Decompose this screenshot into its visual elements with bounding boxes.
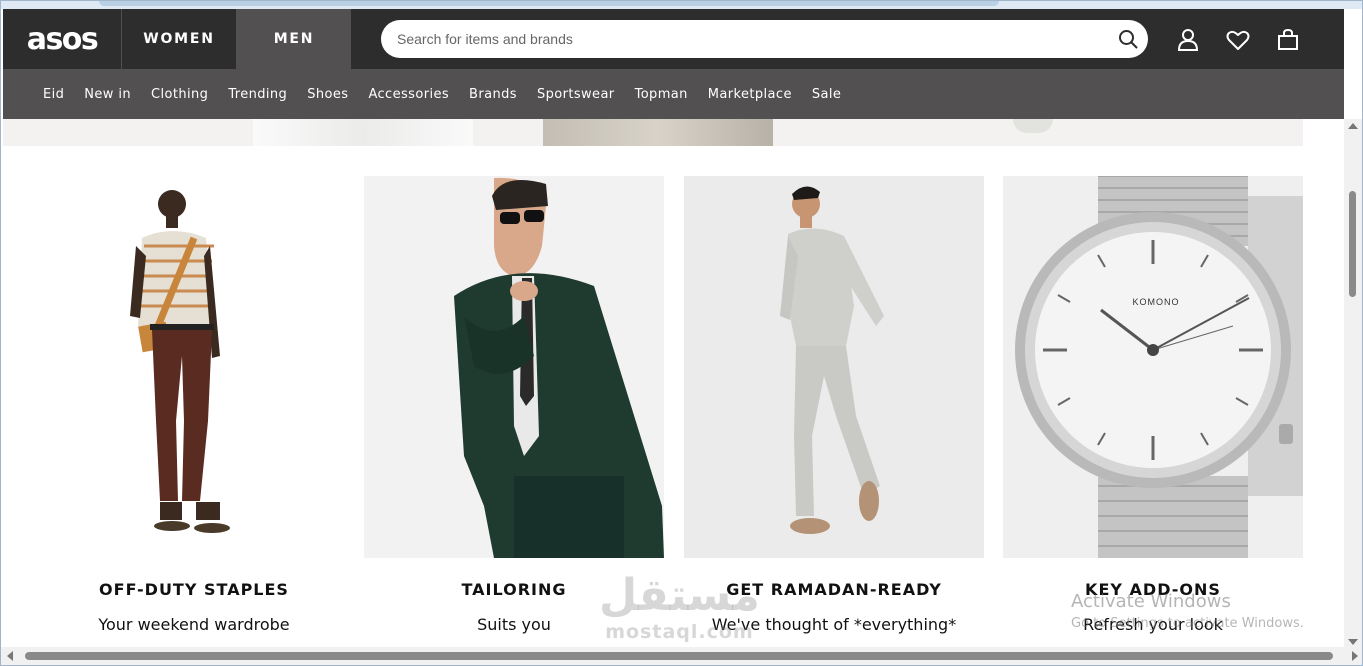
vertical-scroll-thumb[interactable] xyxy=(1349,191,1356,297)
watch-brand-text: KOMONO xyxy=(1132,297,1179,307)
search-input[interactable] xyxy=(397,20,1097,58)
activate-windows-title: Activate Windows xyxy=(1071,591,1231,612)
product-image[interactable] xyxy=(684,176,984,558)
nav-item-accessories[interactable]: Accessories xyxy=(358,87,459,102)
product-image[interactable] xyxy=(44,176,344,558)
site-header: asos WOMEN MEN xyxy=(3,9,1344,69)
previous-banner-edge xyxy=(3,119,1303,146)
search-bar xyxy=(381,20,1148,58)
account-icon[interactable] xyxy=(1175,27,1201,53)
product-image[interactable]: KOMONO xyxy=(1003,176,1303,558)
tab-men[interactable]: MEN xyxy=(236,9,351,69)
vertical-scrollbar[interactable] xyxy=(1344,119,1362,649)
card-subtitle: Your weekend wardrobe xyxy=(98,615,290,634)
activate-windows-watermark: Activate Windows Go to Settings to activ… xyxy=(1071,591,1304,631)
promo-card-add-ons[interactable]: KOMONO KEY ADD-ONS Refresh your look xyxy=(1003,176,1303,634)
heart-icon[interactable] xyxy=(1225,27,1251,53)
scroll-right-arrow-icon[interactable] xyxy=(1352,651,1358,661)
nav-item-shoes[interactable]: Shoes xyxy=(297,87,358,102)
nav-item-new-in[interactable]: New in xyxy=(74,87,141,102)
mostaql-watermark: مستقل mostaql.com xyxy=(599,570,760,644)
nav-item-trending[interactable]: Trending xyxy=(218,87,297,102)
category-nav: Eid New in Clothing Trending Shoes Acces… xyxy=(3,69,1344,119)
mostaql-arabic-text: مستقل xyxy=(599,570,760,621)
promo-card-off-duty[interactable]: OFF-DUTY STAPLES Your weekend wardrobe xyxy=(44,176,344,634)
search-icon[interactable] xyxy=(1118,29,1138,49)
nav-item-clothing[interactable]: Clothing xyxy=(141,87,218,102)
horizontal-scrollbar[interactable] xyxy=(1,647,1362,665)
bag-icon[interactable] xyxy=(1275,27,1301,53)
nav-item-brands[interactable]: Brands xyxy=(459,87,527,102)
nav-item-eid[interactable]: Eid xyxy=(33,87,74,102)
product-image[interactable] xyxy=(364,176,664,558)
card-title[interactable]: OFF-DUTY STAPLES xyxy=(44,580,344,599)
tab-women[interactable]: WOMEN xyxy=(121,9,236,69)
mostaql-url-text: mostaql.com xyxy=(605,621,754,643)
nav-item-sportswear[interactable]: Sportswear xyxy=(527,87,625,102)
scroll-up-arrow-icon[interactable] xyxy=(1348,123,1358,129)
horizontal-scroll-thumb[interactable] xyxy=(25,652,1333,660)
scroll-left-arrow-icon[interactable] xyxy=(7,651,13,661)
nav-item-sale[interactable]: Sale xyxy=(802,87,851,102)
activate-windows-subtitle: Go to Settings to activate Windows. xyxy=(1071,616,1304,631)
nav-item-topman[interactable]: Topman xyxy=(625,87,698,102)
promo-card-ramadan[interactable]: GET RAMADAN-READY We've thought of *ever… xyxy=(684,176,984,634)
promo-card-tailoring[interactable]: TAILORING Suits you xyxy=(364,176,664,634)
asos-logo[interactable]: asos xyxy=(3,9,121,69)
scroll-down-arrow-icon[interactable] xyxy=(1348,639,1358,645)
window-top-strip xyxy=(1,1,1362,9)
browser-viewport: asos WOMEN MEN Eid New in Clothing Tren xyxy=(0,0,1363,666)
nav-item-marketplace[interactable]: Marketplace xyxy=(698,87,802,102)
